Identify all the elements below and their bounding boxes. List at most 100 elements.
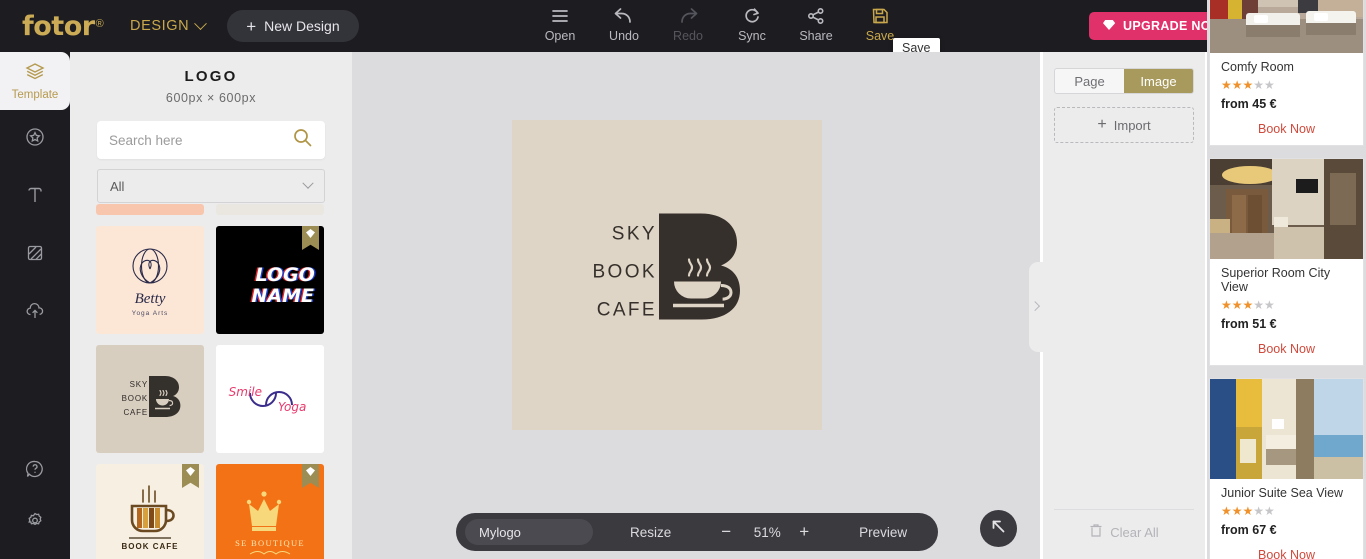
arrow-up-left-icon bbox=[989, 517, 1008, 541]
template-card-peach-strip[interactable] bbox=[96, 204, 204, 215]
rating-stars: ★★★★★ bbox=[1221, 504, 1275, 518]
chevron-right-icon bbox=[1029, 300, 1040, 311]
plus-icon: + bbox=[246, 16, 257, 36]
hotel-cards-column[interactable]: Comfy Room ★★★★★ from 45 € Book Now Supe… bbox=[1207, 0, 1366, 559]
plus-icon: + bbox=[1097, 116, 1107, 133]
sidebar-item-background[interactable] bbox=[0, 226, 70, 284]
search-icon[interactable] bbox=[292, 127, 313, 153]
template-card-betty-yoga[interactable]: Betty Yoga Arts bbox=[96, 226, 204, 334]
share-button[interactable]: Share bbox=[784, 0, 848, 43]
sidebar-item-elements[interactable] bbox=[0, 110, 70, 168]
template-card-sky-book-cafe[interactable]: SKY BOOK CAFE bbox=[96, 345, 204, 453]
fit-to-screen-button[interactable] bbox=[980, 510, 1017, 547]
template-grid: Betty Yoga Arts LOGO LOGO LOGO NAME NAME… bbox=[70, 204, 352, 559]
sync-button[interactable]: Sync bbox=[720, 0, 784, 43]
hotel-room-photo bbox=[1210, 0, 1363, 53]
clear-all-label: Clear All bbox=[1110, 524, 1159, 540]
badge-star-icon bbox=[24, 126, 46, 153]
svg-text:Smile: Smile bbox=[229, 385, 262, 399]
hotel-room-photo bbox=[1210, 379, 1363, 479]
sidebar-item-settings[interactable] bbox=[0, 497, 70, 549]
new-design-button[interactable]: + New Design bbox=[227, 10, 359, 42]
right-panel: Page Image + Import Clear All bbox=[1043, 52, 1205, 559]
tab-page[interactable]: Page bbox=[1055, 69, 1124, 93]
panel-collapse-handle[interactable] bbox=[1029, 262, 1043, 352]
new-design-label: New Design bbox=[264, 18, 340, 34]
svg-text:LOGO: LOGO bbox=[256, 264, 315, 286]
hamburger-menu-icon bbox=[549, 6, 571, 26]
tab-image[interactable]: Image bbox=[1124, 69, 1193, 93]
svg-text:Yoga: Yoga bbox=[278, 400, 306, 414]
canvas-workspace[interactable]: SKY BOOK CAFE Mylogo Resize − 51% + Prev… bbox=[352, 52, 1040, 559]
text-t-icon bbox=[24, 184, 46, 211]
sidebar-item-upload[interactable] bbox=[0, 284, 70, 342]
project-name-value: Mylogo bbox=[479, 524, 521, 540]
artboard[interactable]: SKY BOOK CAFE bbox=[512, 120, 822, 430]
help-question-icon bbox=[24, 458, 46, 485]
redo-button[interactable]: Redo bbox=[656, 0, 720, 43]
template-row: Betty Yoga Arts LOGO LOGO LOGO NAME NAME… bbox=[96, 226, 326, 334]
template-search-box[interactable] bbox=[97, 121, 325, 159]
template-card-cream-strip[interactable] bbox=[216, 204, 324, 215]
hotel-card[interactable]: Junior Suite Sea View ★★★★★ from 67 € Bo… bbox=[1209, 378, 1364, 559]
sidebar-bottom-group bbox=[0, 445, 70, 549]
resize-button[interactable]: Resize bbox=[630, 525, 671, 540]
svg-text:Yoga Arts: Yoga Arts bbox=[132, 310, 169, 317]
sidebar-item-template[interactable]: Template bbox=[0, 52, 70, 110]
import-button[interactable]: + Import bbox=[1054, 107, 1194, 143]
redo-label: Redo bbox=[673, 29, 703, 43]
svg-text:SKY: SKY bbox=[130, 380, 148, 389]
diamond-icon bbox=[1102, 19, 1116, 34]
book-now-button[interactable]: Book Now bbox=[1221, 122, 1352, 136]
template-card-smile-yoga[interactable]: Smile Yoga bbox=[216, 345, 324, 453]
logo-line-3: CAFE bbox=[597, 300, 657, 321]
svg-text:BOOK CAFE: BOOK CAFE bbox=[122, 542, 179, 551]
undo-button[interactable]: Undo bbox=[592, 0, 656, 43]
open-button[interactable]: Open bbox=[528, 0, 592, 43]
header-toolbar: Open Undo Redo Sync Share Save bbox=[528, 0, 912, 52]
template-card-logo-name[interactable]: LOGO LOGO LOGO NAME NAME NAME bbox=[216, 226, 324, 334]
chevron-down-icon bbox=[302, 177, 314, 189]
project-name-field[interactable]: Mylogo bbox=[465, 519, 593, 545]
panel-dimensions: 600px × 600px bbox=[165, 91, 257, 105]
hotel-name: Junior Suite Sea View bbox=[1221, 486, 1344, 500]
search-input[interactable] bbox=[109, 132, 292, 148]
book-now-button[interactable]: Book Now bbox=[1221, 342, 1352, 356]
preview-button[interactable]: Preview bbox=[859, 525, 907, 540]
registered-mark-icon: ® bbox=[95, 17, 104, 30]
template-panel: LOGO 600px × 600px All bbox=[70, 52, 352, 559]
clear-all-button[interactable]: Clear All bbox=[1054, 509, 1194, 541]
svg-text:Betty: Betty bbox=[135, 291, 166, 307]
share-label: Share bbox=[799, 29, 833, 43]
zoom-in-button[interactable]: + bbox=[799, 522, 809, 542]
category-filter-select[interactable]: All bbox=[97, 169, 325, 203]
hotel-name: Superior Room City View bbox=[1221, 266, 1331, 294]
rating-stars: ★★★★★ bbox=[1221, 78, 1275, 92]
svg-text:BOOK: BOOK bbox=[122, 394, 148, 403]
share-nodes-icon bbox=[806, 6, 826, 26]
sidebar-item-text[interactable] bbox=[0, 168, 70, 226]
logo-artwork[interactable]: SKY BOOK CAFE bbox=[552, 208, 782, 343]
template-card-se-boutique[interactable]: SE BOUTIQUE bbox=[216, 464, 324, 559]
zoom-out-button[interactable]: − bbox=[721, 522, 731, 542]
hotel-card[interactable]: Comfy Room ★★★★★ from 45 € Book Now bbox=[1209, 0, 1364, 146]
top-header: fotor ® DESIGN + New Design Open Undo Re… bbox=[0, 0, 1366, 52]
template-card-book-cafe[interactable]: BOOK CAFE bbox=[96, 464, 204, 559]
template-row bbox=[96, 204, 326, 215]
sidebar-item-help[interactable] bbox=[0, 445, 70, 497]
import-label: Import bbox=[1113, 117, 1151, 133]
hotel-room-photo bbox=[1210, 159, 1363, 259]
hotel-price: from 51 € bbox=[1221, 317, 1277, 331]
floppy-disk-icon bbox=[870, 6, 890, 26]
brand-logo[interactable]: fotor ® bbox=[0, 11, 118, 42]
design-menu-button[interactable]: DESIGN bbox=[130, 16, 208, 34]
chevron-down-icon bbox=[194, 16, 208, 30]
redo-arrow-icon bbox=[676, 6, 700, 26]
layers-icon bbox=[24, 61, 46, 86]
hotel-card[interactable]: Superior Room City View ★★★★★ from 51 € … bbox=[1209, 158, 1364, 366]
panel-title: LOGO bbox=[184, 68, 238, 85]
hotel-price: from 67 € bbox=[1221, 523, 1277, 537]
save-button[interactable]: Save bbox=[848, 0, 912, 43]
book-now-button[interactable]: Book Now bbox=[1221, 548, 1352, 559]
svg-text:CAFE: CAFE bbox=[123, 408, 148, 417]
